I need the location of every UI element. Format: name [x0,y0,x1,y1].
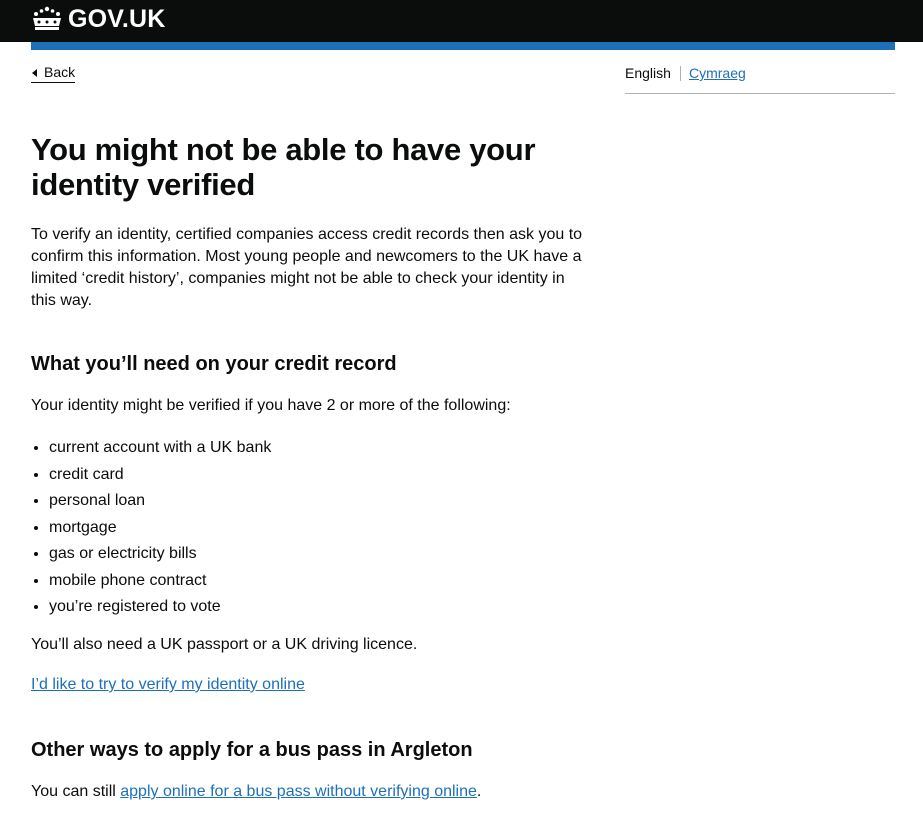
chevron-left-icon [32,69,37,77]
other-ways-heading: Other ways to apply for a bus pass in Ar… [31,739,473,761]
apply-without-verifying-link[interactable]: apply online for a bus pass without veri… [120,783,477,800]
list-item: credit card [49,462,271,489]
other-ways-suffix: . [476,783,482,800]
logo-text: GOV.UK [68,4,166,33]
other-ways-text: You can still apply online for a bus pas… [31,781,481,803]
main-content: You might not be able to have your ident… [31,132,601,800]
language-link-welsh[interactable]: Cymraeg [689,65,746,81]
other-ways-prefix: You can still [31,783,121,800]
site-header: GOV.UK [0,0,923,42]
crown-icon [31,6,63,32]
verify-identity-link[interactable]: I’d like to try to verify my identity on… [31,674,305,696]
id-document-text: You’ll also need a UK passport or a UK d… [31,636,418,653]
list-item: gas or electricity bills [49,541,271,568]
back-link-label: Back [44,64,76,80]
credit-record-heading: What you’ll need on your credit record [31,353,397,375]
list-item: mobile phone contract [49,568,271,595]
list-item: current account with a UK bank [49,435,271,462]
language-divider [680,66,681,81]
language-switcher: English Cymraeg [625,64,895,94]
page-title: You might not be able to have your ident… [31,132,536,202]
intro-text: To verify an identity, certified compani… [31,226,583,309]
credit-record-list: current account with a UK bank credit ca… [31,435,271,621]
credit-record-lead: Your identity might be verified if you h… [31,397,511,414]
header-blue-bar [31,42,895,50]
govuk-logo-link[interactable]: GOV.UK [31,4,166,34]
list-item: you’re registered to vote [49,594,271,621]
back-link[interactable]: Back [31,64,76,83]
language-current: English [625,65,671,81]
list-item: personal loan [49,488,271,515]
list-item: mortgage [49,515,271,542]
